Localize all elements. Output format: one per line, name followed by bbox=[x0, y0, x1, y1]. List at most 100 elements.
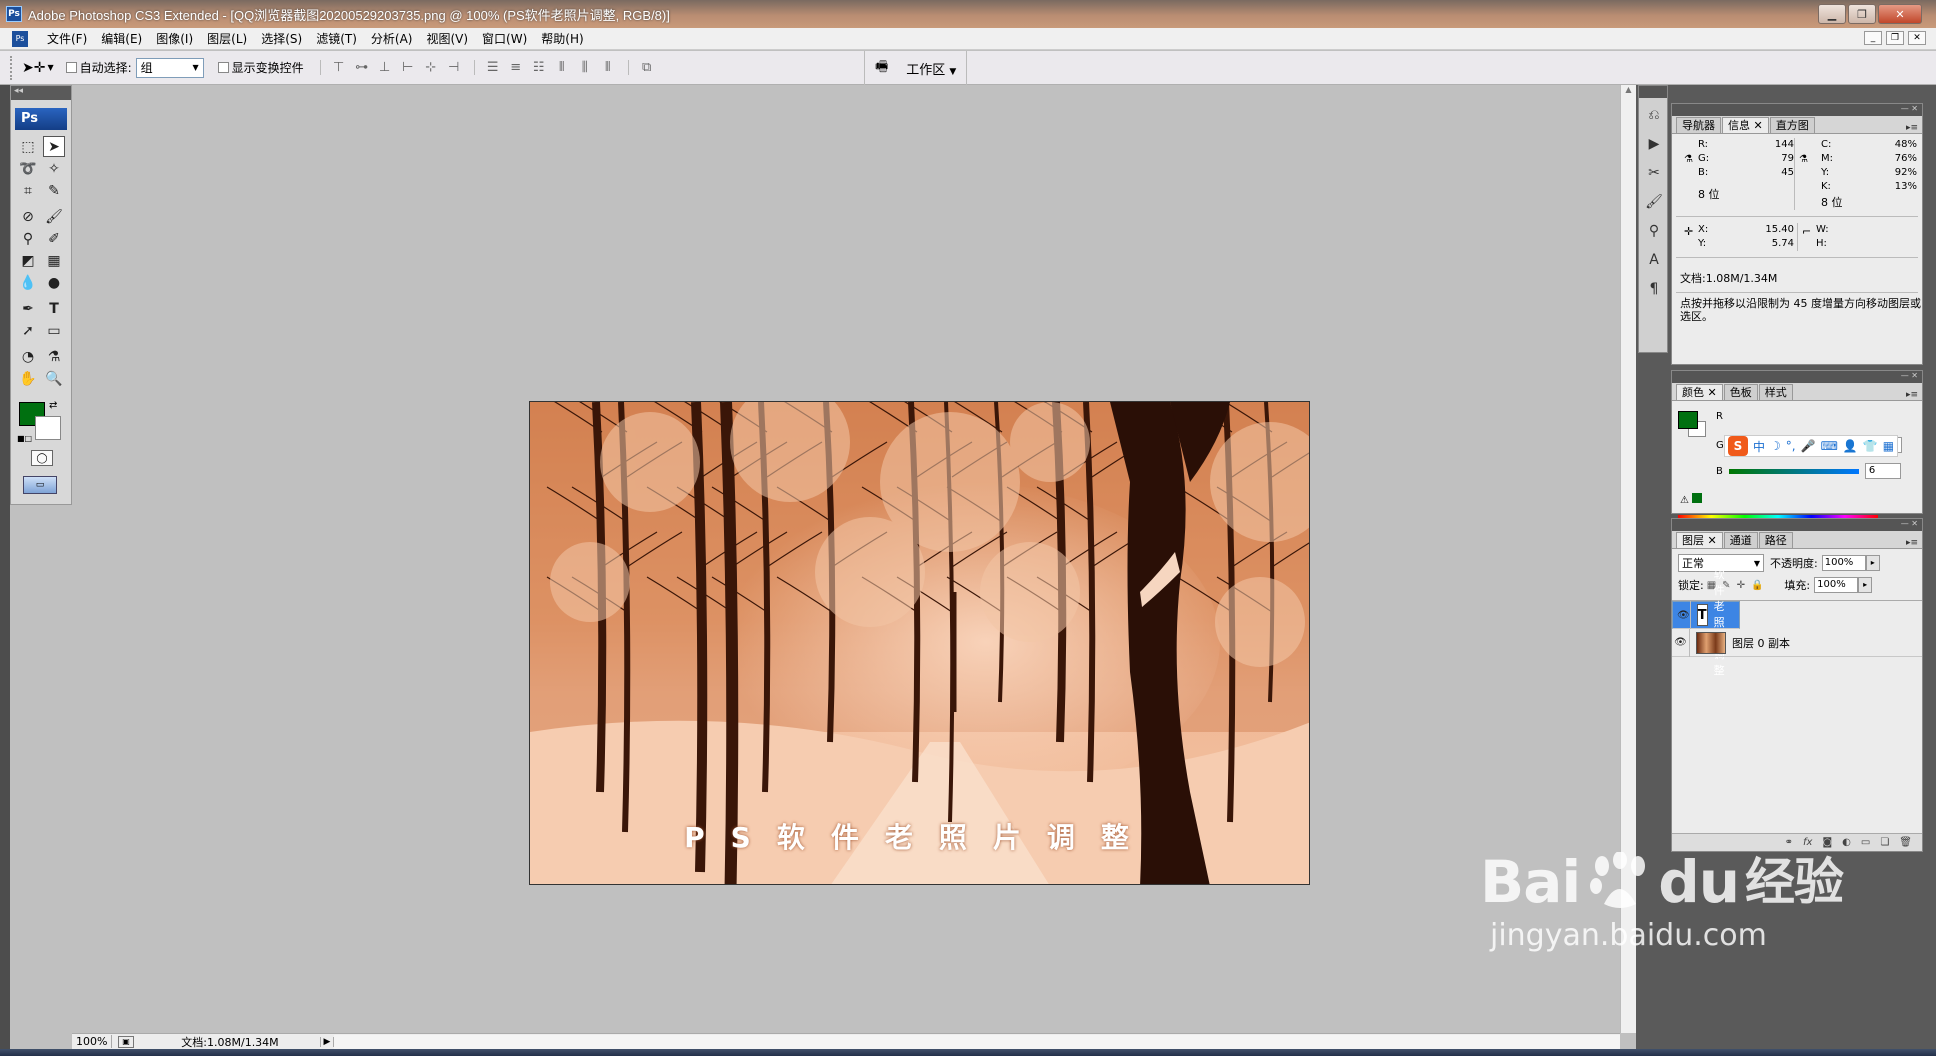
panel-controls[interactable]: — ✕ bbox=[1672, 519, 1922, 531]
tab-histogram[interactable]: 直方图 bbox=[1769, 117, 1815, 133]
menu-select[interactable]: 选择(S) bbox=[254, 29, 309, 49]
options-grip[interactable] bbox=[10, 55, 14, 80]
eraser-tool-icon[interactable]: ◩ bbox=[17, 250, 39, 271]
blur-tool-icon[interactable]: 💧 bbox=[17, 272, 39, 293]
tool-presets-icon[interactable]: ✂ bbox=[1641, 161, 1667, 185]
layer-mask-icon[interactable]: ◙ bbox=[1822, 837, 1832, 848]
menu-window[interactable]: 窗口(W) bbox=[475, 29, 534, 49]
auto-select-dropdown[interactable]: 组 ▼ bbox=[135, 57, 204, 78]
gradient-tool-icon[interactable]: ▦ bbox=[43, 250, 65, 271]
auto-select-checkbox[interactable] bbox=[65, 62, 77, 73]
scroll-up-arrow[interactable]: ▲ bbox=[1621, 85, 1636, 101]
distribute-vcenter-icon[interactable]: ≡ bbox=[508, 60, 524, 75]
history-icon[interactable]: ⎌ bbox=[1641, 103, 1667, 127]
type-tool-icon[interactable]: T bbox=[43, 298, 65, 319]
b-value-input[interactable]: 6 bbox=[1864, 463, 1901, 479]
slice-tool-icon[interactable]: ✎ bbox=[43, 180, 65, 201]
status-menu-arrow[interactable]: ▶ bbox=[320, 1036, 334, 1047]
distribute-bottom-icon[interactable]: ☷ bbox=[531, 60, 547, 75]
panel-menu-icon[interactable]: ▸≡ bbox=[1906, 123, 1922, 133]
menu-view[interactable]: 视图(V) bbox=[419, 29, 475, 49]
opacity-input[interactable]: 100% bbox=[1821, 555, 1866, 571]
eyedropper-icon[interactable]: ⚗ bbox=[1684, 154, 1693, 165]
menu-edit[interactable]: 编辑(E) bbox=[94, 29, 149, 49]
ime-mode-icon[interactable]: 中 bbox=[1753, 438, 1765, 455]
swap-colors-icon[interactable]: ⇄ bbox=[49, 400, 57, 411]
fill-slider-button[interactable]: ▸ bbox=[1858, 577, 1873, 593]
auto-align-layers-icon[interactable]: ⧉ bbox=[639, 60, 655, 75]
dodge-tool-icon[interactable]: ● bbox=[43, 272, 65, 293]
zoom-tool-icon[interactable]: 🔍 bbox=[43, 368, 65, 389]
menu-file[interactable]: 文件(F) bbox=[40, 29, 94, 49]
quick-mask-button[interactable]: ◯ bbox=[31, 450, 53, 466]
character-icon[interactable]: A bbox=[1641, 248, 1667, 272]
workspace-button[interactable]: 工作区 ▼ bbox=[906, 59, 956, 78]
lasso-tool-icon[interactable]: ➰ bbox=[17, 158, 39, 179]
ime-menu-icon[interactable]: ▦ bbox=[1883, 439, 1894, 453]
align-right-icon[interactable]: ⊣ bbox=[446, 60, 462, 75]
visibility-eye-icon[interactable]: 👁 bbox=[1672, 628, 1690, 657]
distribute-left-icon[interactable]: ⫴ bbox=[554, 60, 570, 75]
path-selection-tool-icon[interactable]: ➚ bbox=[17, 320, 39, 341]
background-color-swatch[interactable] bbox=[35, 416, 61, 440]
layer-row-image[interactable]: 👁 图层 0 副本 bbox=[1672, 628, 1922, 657]
zoom-level[interactable]: 100% bbox=[72, 1035, 112, 1048]
pen-tool-icon[interactable]: ✒ bbox=[17, 298, 39, 319]
fill-input[interactable]: 100% bbox=[1814, 577, 1859, 593]
align-top-icon[interactable]: ⊤ bbox=[331, 60, 347, 75]
lock-all-icon[interactable]: 🔒 bbox=[1751, 580, 1763, 591]
magic-wand-tool-icon[interactable]: ✧ bbox=[43, 158, 65, 179]
sogou-ime-icon[interactable]: S bbox=[1728, 436, 1748, 456]
healing-brush-tool-icon[interactable]: ⊘ bbox=[17, 206, 39, 227]
ime-punct-icon[interactable]: °, bbox=[1786, 439, 1796, 453]
new-group-icon[interactable]: ▭ bbox=[1861, 837, 1870, 848]
align-left-icon[interactable]: ⊢ bbox=[400, 60, 416, 75]
panel-menu-icon[interactable]: ▸≡ bbox=[1906, 390, 1922, 400]
move-tool-icon[interactable]: ➤ bbox=[43, 136, 65, 157]
ime-mic-icon[interactable]: 🎤 bbox=[1801, 439, 1816, 453]
panel-controls[interactable]: — ✕ bbox=[1672, 371, 1922, 383]
distribute-hcenter-icon[interactable]: ⫼ bbox=[577, 60, 593, 75]
document-status-icon[interactable]: ▣ bbox=[118, 1035, 134, 1048]
tab-paths[interactable]: 路径 bbox=[1758, 532, 1793, 548]
show-transform-checkbox[interactable] bbox=[217, 62, 229, 73]
ime-user-icon[interactable]: 👤 bbox=[1843, 439, 1858, 453]
link-layers-icon[interactable]: ⚭ bbox=[1785, 837, 1793, 848]
panel-menu-icon[interactable]: ▸≡ bbox=[1906, 538, 1922, 548]
distribute-right-icon[interactable]: ⦀ bbox=[600, 60, 616, 75]
gamut-warning-icon[interactable]: ⚠ bbox=[1680, 493, 1702, 506]
actions-icon[interactable]: ▶ bbox=[1641, 132, 1667, 156]
layer-style-icon[interactable]: fx bbox=[1803, 837, 1812, 848]
3d-rotate-tool-icon[interactable]: ◔ bbox=[17, 346, 39, 367]
visibility-eye-icon[interactable]: 👁 bbox=[1677, 601, 1691, 629]
align-bottom-icon[interactable]: ⊥ bbox=[377, 60, 393, 75]
move-tool-preset[interactable]: ➤✛ ▼ bbox=[22, 60, 54, 76]
tab-color[interactable]: 颜色 ✕ bbox=[1676, 384, 1723, 400]
crop-tool-icon[interactable]: ⌗ bbox=[17, 180, 39, 201]
tab-navigator[interactable]: 导航器 bbox=[1676, 117, 1721, 133]
maximize-button[interactable]: ❐ bbox=[1848, 4, 1876, 24]
ime-skin-icon[interactable]: 👕 bbox=[1863, 439, 1878, 453]
distribute-top-icon[interactable]: ☰ bbox=[485, 60, 501, 75]
opacity-slider-button[interactable]: ▸ bbox=[1865, 555, 1880, 571]
adjustment-layer-icon[interactable]: ◐ bbox=[1842, 837, 1851, 848]
doc-restore-button[interactable]: ❐ bbox=[1886, 31, 1904, 45]
history-brush-tool-icon[interactable]: ✐ bbox=[43, 228, 65, 249]
b-slider[interactable] bbox=[1728, 468, 1859, 474]
delete-layer-icon[interactable]: 🗑 bbox=[1899, 837, 1912, 848]
toolbox-collapse[interactable]: ◂◂ bbox=[11, 86, 71, 100]
ime-keyboard-icon[interactable]: ⌨ bbox=[1821, 439, 1838, 453]
shape-tool-icon[interactable]: ▭ bbox=[43, 320, 65, 341]
eyedropper-tool-icon[interactable]: ⚗ bbox=[43, 346, 65, 367]
layer-row-text[interactable]: 👁 T PS软件老照片调整 bbox=[1672, 553, 1740, 677]
hand-tool-icon[interactable]: ✋ bbox=[17, 368, 39, 389]
panel-controls[interactable]: — ✕ bbox=[1672, 104, 1922, 116]
menu-analysis[interactable]: 分析(A) bbox=[364, 29, 420, 49]
default-colors-icon[interactable]: ■□ bbox=[17, 434, 32, 443]
tab-channels[interactable]: 通道 bbox=[1723, 532, 1758, 548]
doc-close-button[interactable]: ✕ bbox=[1908, 31, 1926, 45]
canvas-horizontal-scrollbar[interactable] bbox=[334, 1034, 1620, 1049]
menu-layer[interactable]: 图层(L) bbox=[200, 29, 254, 49]
eyedropper-icon[interactable]: ⚗ bbox=[1799, 154, 1808, 165]
collapse-handle[interactable] bbox=[1639, 86, 1667, 98]
